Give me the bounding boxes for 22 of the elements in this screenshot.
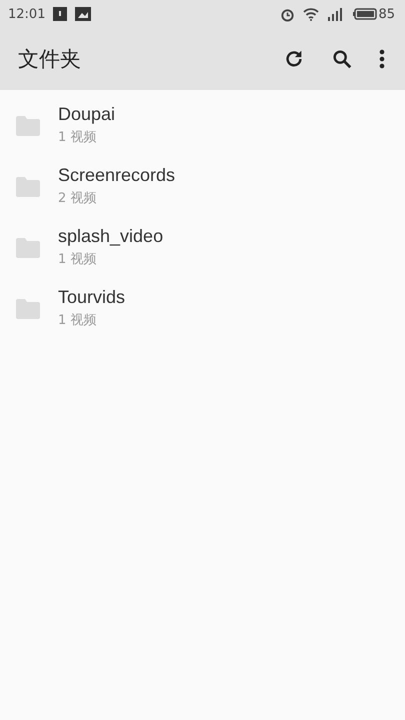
image-icon — [75, 7, 92, 21]
toolbar-title: 文件夹 — [18, 46, 82, 73]
folder-name[interactable]: splash_video — [58, 226, 164, 246]
alarm-icon — [280, 6, 296, 22]
folder-name[interactable]: Screenrecords — [58, 164, 176, 186]
wifi-icon — [303, 7, 320, 21]
video-count: 2 视频 — [58, 190, 98, 206]
folder-icon — [16, 298, 40, 318]
video-count: 1 视频 — [58, 128, 98, 146]
folder-name[interactable]: Tourvids — [58, 286, 126, 308]
battery-icon — [353, 8, 378, 20]
notification-icon — [53, 7, 68, 21]
video-count: 1 视频 — [58, 312, 98, 328]
battery-level: 85 — [378, 6, 395, 22]
more-icon — [379, 48, 385, 70]
video-count: 1 视频 — [58, 250, 98, 268]
folder-name[interactable]: Doupai — [58, 104, 116, 124]
folder-icon — [16, 116, 40, 136]
status-time: 12:01 — [8, 6, 46, 22]
folder-icon — [16, 238, 40, 258]
folder-icon — [16, 176, 40, 196]
search-icon — [331, 48, 353, 70]
